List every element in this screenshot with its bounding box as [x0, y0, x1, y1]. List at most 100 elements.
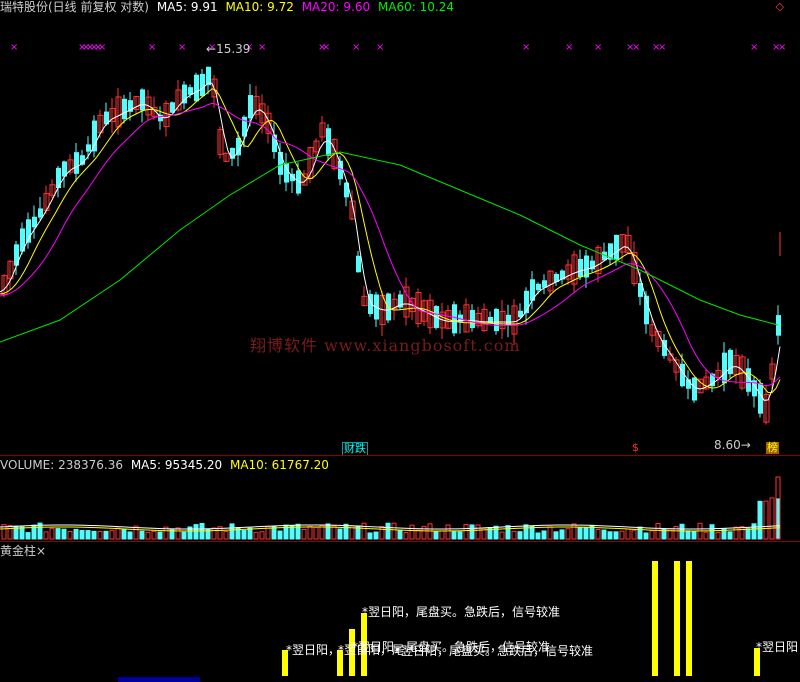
- volume-bar: [625, 528, 631, 540]
- signal-marker-icon: ×: [322, 42, 330, 53]
- volume-bar: [643, 532, 649, 540]
- candle-body: [182, 84, 187, 104]
- candle-body: [140, 89, 145, 111]
- volume-bar: [157, 531, 163, 540]
- signal-marker-icon: ×: [750, 42, 758, 53]
- volume-bar: [505, 525, 511, 540]
- volume-bar: [439, 530, 445, 540]
- volume-bar: [517, 531, 523, 540]
- volume-bar: [241, 530, 247, 540]
- volume-bar: [193, 524, 199, 540]
- volume-bar: [7, 525, 13, 540]
- volume-bar: [367, 532, 373, 540]
- time-axis: [0, 676, 800, 682]
- volume-bar: [649, 530, 655, 540]
- watermark: 翔博软件 www.xiangbosoft.com: [250, 336, 521, 355]
- candle-body: [92, 120, 97, 152]
- volume-bar: [259, 531, 265, 540]
- volume-bar: [475, 524, 481, 540]
- volume-bar: [745, 528, 751, 540]
- volume-bar: [97, 531, 103, 540]
- signal-marker-icon: ×: [178, 42, 186, 53]
- volume-bar: [25, 532, 31, 540]
- volume-bar: [139, 530, 145, 540]
- candle-body: [722, 352, 727, 384]
- volume-bar: [361, 522, 367, 540]
- volume-bar: [463, 524, 469, 540]
- signal-marker-icon: ×: [778, 42, 786, 53]
- volume-bar: [451, 531, 457, 540]
- volume-bars: [0, 476, 781, 540]
- golden-pillar-panel[interactable]: 黄金柱× *翌日阳，尾盘买。急跌后，信号较准 *翌日阳，尾盘买。急跌后，信号较准…: [0, 541, 800, 682]
- finance-badge[interactable]: 财跌: [342, 442, 368, 456]
- volume-bar: [145, 531, 151, 540]
- volume-bar: [595, 528, 601, 540]
- volume-bar: [559, 529, 565, 540]
- volume-bar: [385, 522, 391, 540]
- volume-bar: [103, 530, 109, 540]
- golden-pillar-bar: [674, 561, 680, 676]
- signal-marker-icon: ×: [376, 42, 384, 53]
- volume-bar: [211, 527, 217, 540]
- volume-bar: [631, 529, 637, 540]
- candle-body: [56, 167, 61, 189]
- signal-marker-icon: ×: [148, 42, 156, 53]
- volume-bar: [751, 523, 757, 540]
- volume-bar: [337, 528, 343, 540]
- volume-bar: [115, 527, 121, 540]
- candle-body: [452, 304, 457, 334]
- signal-text: *翌日阳，: [286, 643, 341, 657]
- candle-body: [122, 98, 127, 120]
- signal-marker-icon: ×: [98, 42, 106, 53]
- volume-bar: [403, 531, 409, 540]
- price-chart-panel[interactable]: 瑞特股份(日线 前复权 对数) MA5: 9.91 MA10: 9.72 MA2…: [0, 0, 800, 456]
- volume-bar: [91, 530, 97, 540]
- candle-body: [614, 234, 619, 260]
- dollar-badge[interactable]: $: [631, 442, 640, 454]
- volume-bar: [421, 525, 427, 540]
- candle-body: [494, 308, 499, 332]
- volume-bar: [571, 523, 577, 540]
- golden-pillar-bar: [686, 561, 692, 676]
- volume-bar: [415, 529, 421, 540]
- volume-bar: [757, 500, 763, 540]
- volume-bar: [511, 530, 517, 540]
- volume-bar: [715, 531, 721, 540]
- volume-bar: [307, 525, 313, 540]
- volume-bar: [691, 531, 697, 540]
- candle-body: [692, 377, 697, 401]
- candle-body: [470, 309, 475, 329]
- volume-bar: [49, 527, 55, 540]
- volume-bar: [109, 529, 115, 540]
- low-price-label: 8.60→: [714, 438, 751, 452]
- signal-text: *翌日阳，尾盘买。急跌后，信号较准: [395, 644, 594, 658]
- volume-bar: [433, 531, 439, 540]
- volume-bar: [445, 524, 451, 540]
- candle-body: [248, 95, 253, 119]
- signal-marker-icon: ×: [594, 42, 602, 53]
- candle-body: [356, 255, 361, 273]
- volume-bar: [577, 526, 583, 540]
- volume-bar: [397, 529, 403, 540]
- volume-bar: [547, 526, 553, 540]
- volume-bar: [619, 530, 625, 540]
- rank-badge[interactable]: 榜: [766, 442, 779, 454]
- volume-bar: [151, 530, 157, 540]
- volume-bar: [391, 522, 397, 540]
- candle-body: [728, 349, 733, 375]
- volume-bar: [409, 524, 415, 540]
- volume-bar: [127, 531, 133, 540]
- volume-bar: [523, 524, 529, 540]
- candle-body: [32, 216, 37, 228]
- volume-bar: [703, 531, 709, 540]
- volume-bar: [613, 531, 619, 540]
- signal-marker-icon: ×: [632, 42, 640, 53]
- volume-chart-panel[interactable]: VOLUME: 238376.36 MA5: 95345.20 MA10: 61…: [0, 455, 800, 541]
- volume-bar: [379, 526, 385, 540]
- candle-body: [284, 163, 289, 183]
- volume-bar: [727, 531, 733, 540]
- volume-bar: [121, 529, 127, 540]
- candle-body: [86, 144, 91, 152]
- candle-body: [278, 151, 283, 175]
- signal-text: *翌日阳: [756, 640, 799, 654]
